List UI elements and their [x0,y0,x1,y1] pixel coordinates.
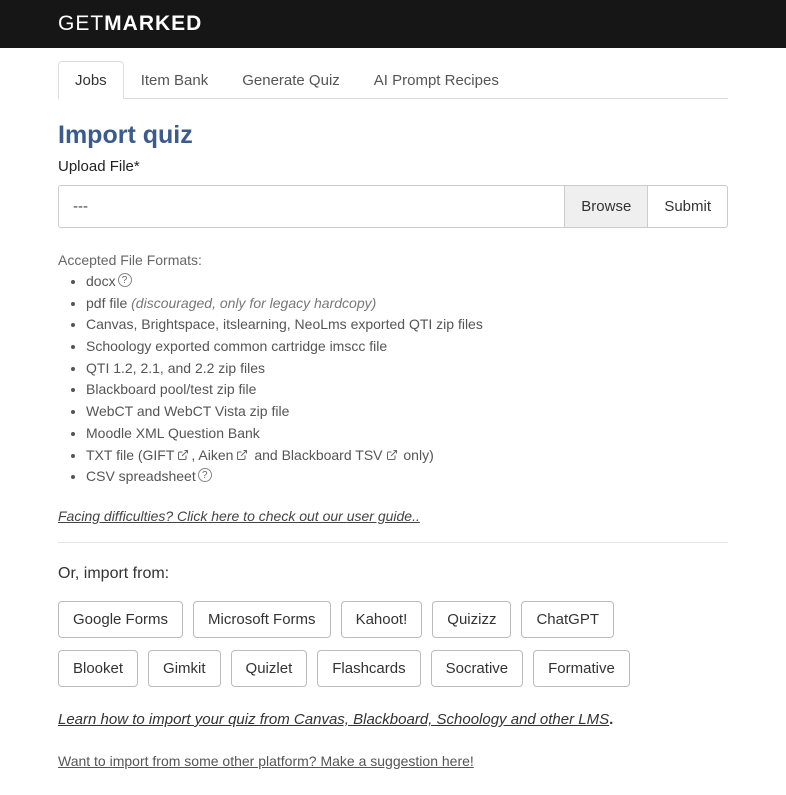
provider-quizlet[interactable]: Quizlet [231,650,308,687]
provider-google-forms[interactable]: Google Forms [58,601,183,638]
brand-text-marked: MARKED [104,12,202,36]
provider-gimkit[interactable]: Gimkit [148,650,221,687]
tab-item-bank[interactable]: Item Bank [124,61,226,99]
brand-text-get: GET [58,12,104,36]
tab-ai-prompt-recipes[interactable]: AI Prompt Recipes [357,61,516,99]
provider-kahoot[interactable]: Kahoot! [341,601,423,638]
format-schoology: Schoology exported common cartridge imsc… [86,336,728,358]
tab-generate-quiz[interactable]: Generate Quiz [225,61,357,99]
page-title: Import quiz [58,121,728,150]
format-blackboard: Blackboard pool/test zip file [86,379,728,401]
format-qti-zip: QTI 1.2, 2.1, and 2.2 zip files [86,358,728,380]
provider-microsoft-forms[interactable]: Microsoft Forms [193,601,331,638]
accepted-formats-list: docx? pdf file (discouraged, only for le… [86,271,728,488]
provider-blooket[interactable]: Blooket [58,650,138,687]
format-txt: TXT file (GIFT, Aiken and Blackboard TSV… [86,445,728,467]
format-moodle: Moodle XML Question Bank [86,423,728,445]
lms-link-period: . [609,711,613,728]
submit-button[interactable]: Submit [648,185,728,228]
format-webct: WebCT and WebCT Vista zip file [86,401,728,423]
app-header: GETMARKED [0,0,786,48]
external-link-icon[interactable] [386,446,398,458]
help-icon[interactable]: ? [118,273,132,287]
external-link-icon[interactable] [177,446,189,458]
external-link-icon[interactable] [236,446,248,458]
provider-flashcards[interactable]: Flashcards [317,650,420,687]
format-csv: CSV spreadsheet? [86,466,728,488]
provider-buttons: Google Forms Microsoft Forms Kahoot! Qui… [58,601,728,687]
brand-logo[interactable]: GETMARKED [58,12,202,36]
format-docx: docx? [86,271,728,293]
provider-chatgpt[interactable]: ChatGPT [521,601,614,638]
provider-formative[interactable]: Formative [533,650,630,687]
format-pdf: pdf file (discouraged, only for legacy h… [86,293,728,315]
file-path-display: --- [58,185,565,228]
import-from-label: Or, import from: [58,565,728,583]
format-qti-export: Canvas, Brightspace, itslearning, NeoLms… [86,314,728,336]
provider-socrative[interactable]: Socrative [431,650,524,687]
suggestion-link[interactable]: Want to import from some other platform?… [58,753,474,769]
tab-bar: Jobs Item Bank Generate Quiz AI Prompt R… [58,60,728,99]
section-divider [58,542,728,543]
user-guide-link[interactable]: Facing difficulties? Click here to check… [58,508,420,524]
browse-button[interactable]: Browse [565,185,648,228]
tab-jobs[interactable]: Jobs [58,61,124,99]
accepted-formats-label: Accepted File Formats: [58,252,728,268]
file-upload-row: --- Browse Submit [58,185,728,228]
upload-file-label: Upload File* [58,158,728,175]
provider-quizizz[interactable]: Quizizz [432,601,511,638]
help-icon[interactable]: ? [198,468,212,482]
lms-import-link[interactable]: Learn how to import your quiz from Canva… [58,711,609,728]
